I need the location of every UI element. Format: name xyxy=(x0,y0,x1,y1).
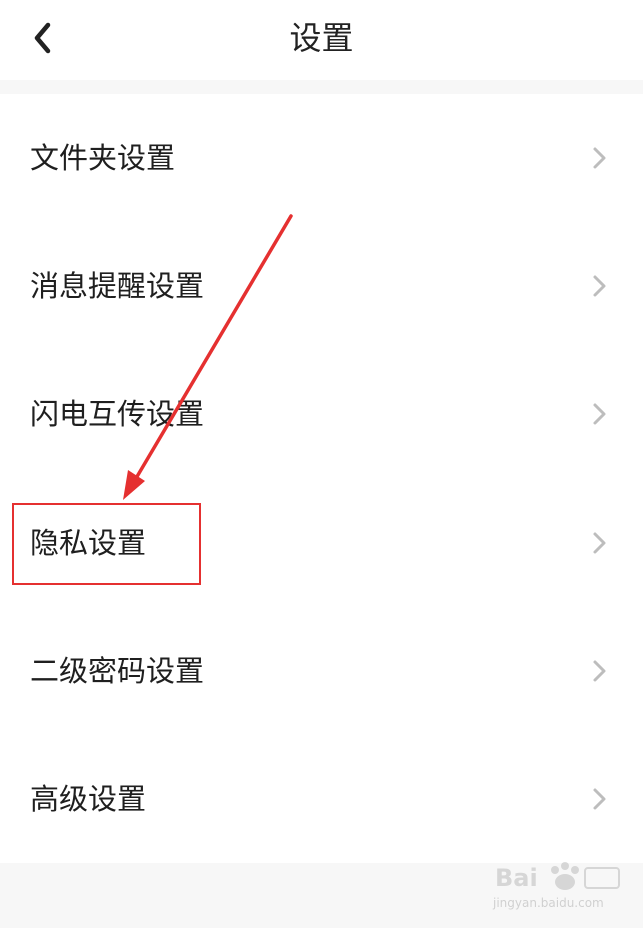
baidu-jingyan-watermark: Bai jingyan.baidu.com xyxy=(493,856,623,916)
chevron-right-icon xyxy=(588,529,612,557)
watermark-text: jingyan.baidu.com xyxy=(493,896,604,910)
chevron-right-icon xyxy=(588,400,612,428)
annotation-highlight-box xyxy=(12,503,201,585)
chevron-right-icon xyxy=(588,272,612,300)
settings-item-flash-transfer[interactable]: 闪电互传设置 xyxy=(0,350,643,478)
settings-list: 文件夹设置 消息提醒设置 闪电互传设置 隐私设置 二级密码设置 高级设置 xyxy=(0,94,643,863)
settings-item-advanced[interactable]: 高级设置 xyxy=(0,735,643,863)
settings-item-folder[interactable]: 文件夹设置 xyxy=(0,94,643,222)
chevron-right-icon xyxy=(588,657,612,685)
settings-item-label: 高级设置 xyxy=(30,782,147,816)
section-divider xyxy=(0,80,643,94)
chevron-right-icon xyxy=(588,785,612,813)
settings-item-label: 闪电互传设置 xyxy=(30,397,205,431)
svg-text:Bai: Bai xyxy=(495,864,538,892)
app-header: 设置 xyxy=(0,0,643,80)
settings-item-secondary-password[interactable]: 二级密码设置 xyxy=(0,607,643,735)
page-title: 设置 xyxy=(289,19,354,57)
settings-item-label: 消息提醒设置 xyxy=(30,269,205,303)
chevron-right-icon xyxy=(588,144,612,172)
settings-item-label: 文件夹设置 xyxy=(30,141,176,175)
settings-item-message-reminder[interactable]: 消息提醒设置 xyxy=(0,222,643,350)
settings-item-label: 二级密码设置 xyxy=(30,654,205,688)
